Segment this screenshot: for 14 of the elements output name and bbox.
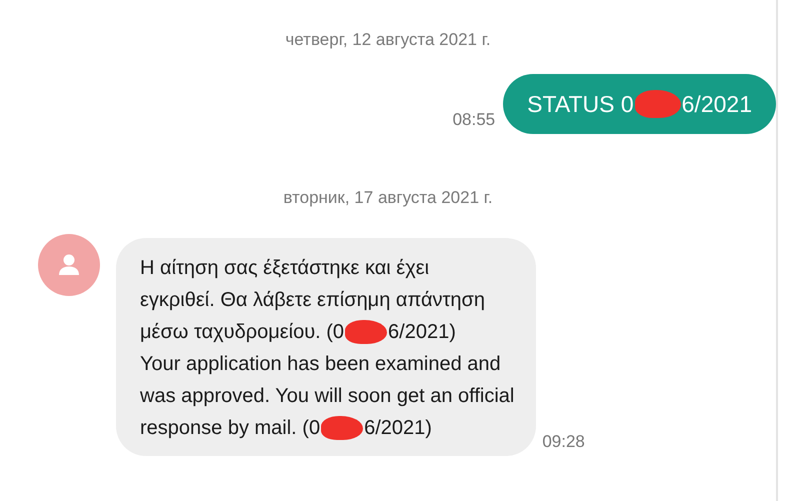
message-text: response by mail. (0 xyxy=(140,416,320,441)
date-header: вторник, 17 августа 2021 г. xyxy=(283,188,493,208)
message-text: 6/2021 xyxy=(682,90,752,118)
message-text: 6/2021) xyxy=(364,416,432,441)
message-text: STATUS 0 xyxy=(527,90,634,118)
date-header: четверг, 12 августа 2021 г. xyxy=(285,30,491,50)
message-text: Your application has been examined and xyxy=(140,352,501,377)
message-text: Η αίτηση σας έξετάστηκε και έχει xyxy=(140,256,430,281)
message-time: 09:28 xyxy=(542,432,585,452)
message-text: μέσω ταχυδρομείου. (0 xyxy=(140,320,344,345)
message-text: was approved. You will soon get an official xyxy=(140,384,514,409)
message-text: εγκριθεί. Θα λάβετε επίσημη απάντηση xyxy=(140,288,486,313)
message-time: 08:55 xyxy=(452,110,496,130)
message-text: 6/2021) xyxy=(388,320,456,345)
